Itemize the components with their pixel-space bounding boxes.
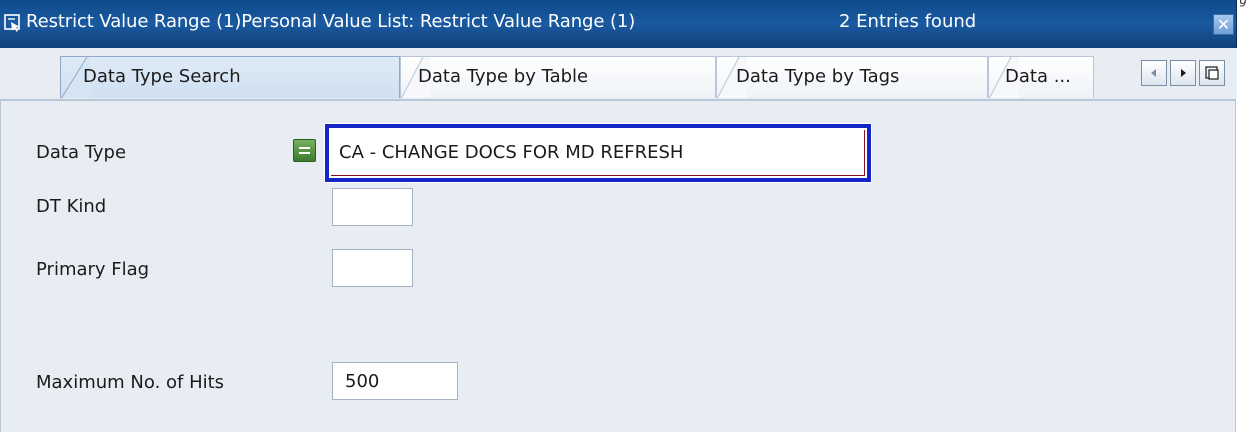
search-criteria-panel: Data Type CA - CHANGE DOCS FOR MD REFRES… bbox=[0, 99, 1236, 432]
close-icon[interactable]: ✕ bbox=[1213, 14, 1234, 35]
scroll-left-icon[interactable] bbox=[1141, 60, 1167, 86]
data-type-value: CA - CHANGE DOCS FOR MD REFRESH bbox=[339, 142, 684, 163]
tab-scroll-controls bbox=[1141, 60, 1225, 86]
dialog-title-bar: Restrict Value Range (1)Personal Value L… bbox=[0, 0, 1237, 48]
tab-strip: Data Type Search Data Type by Table Data… bbox=[0, 48, 1237, 99]
primary-flag-input[interactable] bbox=[332, 249, 413, 287]
tab-label: Data ... bbox=[1005, 66, 1071, 87]
entries-found-count: 2 Entries found bbox=[839, 11, 977, 32]
data-type-label: Data Type bbox=[36, 142, 127, 163]
max-hits-input[interactable]: 500 bbox=[332, 362, 458, 400]
scroll-right-icon[interactable] bbox=[1170, 60, 1196, 86]
tab-label: Data Type by Tags bbox=[736, 66, 900, 87]
equals-operator-icon[interactable] bbox=[293, 139, 316, 162]
tab-data-type-by-table[interactable]: Data Type by Table bbox=[400, 56, 716, 98]
dt-kind-label: DT Kind bbox=[36, 196, 107, 217]
tab-label: Data Type by Table bbox=[418, 66, 589, 87]
data-type-input[interactable]: CA - CHANGE DOCS FOR MD REFRESH bbox=[324, 123, 872, 183]
tab-data-type-search[interactable]: Data Type Search bbox=[60, 56, 400, 98]
tab-label: Data Type Search bbox=[83, 66, 241, 87]
dialog-title: Restrict Value Range (1)Personal Value L… bbox=[26, 11, 636, 32]
edge-text-fragment: g bbox=[1239, 0, 1247, 7]
tab-data-type-by-tags[interactable]: Data Type by Tags bbox=[716, 56, 988, 98]
dt-kind-input[interactable] bbox=[332, 188, 413, 226]
primary-flag-label: Primary Flag bbox=[36, 259, 150, 280]
tab-list-icon[interactable] bbox=[1199, 60, 1225, 86]
max-hits-label: Maximum No. of Hits bbox=[36, 372, 225, 393]
tab-data-more[interactable]: Data ... bbox=[988, 56, 1094, 98]
restrict-value-range-icon bbox=[4, 14, 20, 32]
